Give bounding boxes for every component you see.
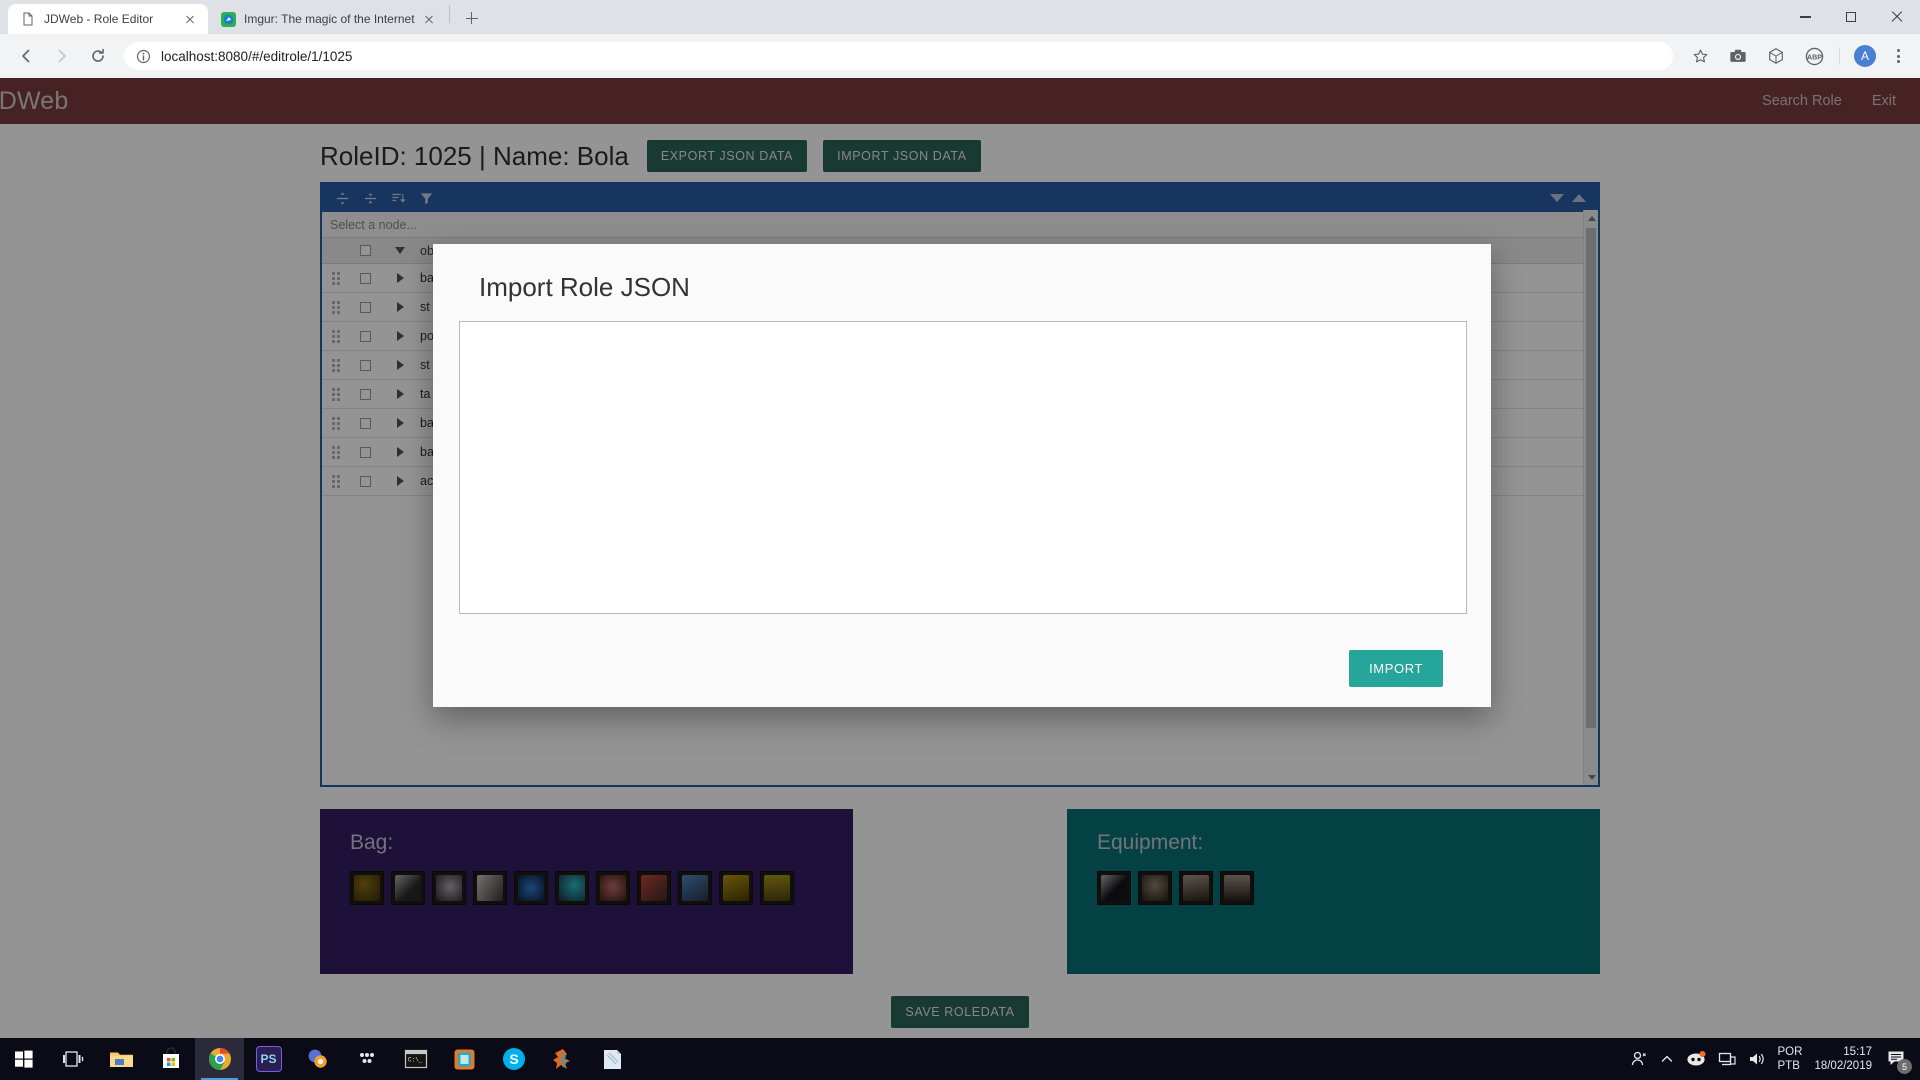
close-icon[interactable] bbox=[182, 11, 198, 27]
browser-toolbar: localhost:8080/#/editrole/1/1025 ABP A bbox=[0, 34, 1920, 78]
cmd-icon[interactable]: C:\_ bbox=[391, 1038, 440, 1080]
photoshop-icon[interactable]: PS bbox=[244, 1038, 293, 1080]
browser-tab-2[interactable]: Imgur: The magic of the Internet bbox=[208, 4, 447, 34]
camera-icon[interactable] bbox=[1723, 41, 1753, 71]
chevron-up-icon[interactable] bbox=[1660, 1052, 1674, 1066]
google-chrome-icon[interactable] bbox=[195, 1038, 244, 1080]
kebab-menu-icon[interactable] bbox=[1884, 42, 1912, 70]
page-icon bbox=[20, 11, 36, 27]
svg-text:ABP: ABP bbox=[1806, 53, 1821, 61]
toolbar-divider bbox=[1839, 47, 1840, 65]
tab-title: Imgur: The magic of the Internet bbox=[244, 12, 415, 26]
notification-center-icon[interactable]: 5 bbox=[1884, 1046, 1912, 1074]
back-icon[interactable] bbox=[11, 41, 41, 71]
language-indicator[interactable]: POR PTB bbox=[1778, 1045, 1803, 1074]
app-icon-7[interactable] bbox=[342, 1038, 391, 1080]
maximize-button[interactable] bbox=[1828, 0, 1874, 34]
textarea-wrapper bbox=[459, 321, 1467, 624]
clock[interactable]: 15:17 18/02/2019 bbox=[1814, 1045, 1872, 1074]
tab-separator bbox=[448, 5, 450, 23]
dialog-title: Import Role JSON bbox=[479, 272, 690, 302]
url-text: localhost:8080/#/editrole/1/1025 bbox=[161, 48, 353, 64]
clock-time: 15:17 bbox=[1843, 1045, 1872, 1058]
close-icon[interactable] bbox=[421, 11, 437, 27]
file-explorer-icon[interactable] bbox=[97, 1038, 146, 1080]
new-tab-button[interactable] bbox=[458, 4, 486, 32]
import-role-json-dialog: Import Role JSON IMPORT bbox=[433, 244, 1491, 707]
notification-badge: 5 bbox=[1897, 1059, 1912, 1074]
clock-date: 18/02/2019 bbox=[1814, 1060, 1872, 1072]
window-controls bbox=[1782, 0, 1920, 34]
imgur-icon bbox=[220, 11, 236, 27]
abp-icon[interactable]: ABP bbox=[1799, 41, 1829, 71]
person-icon[interactable] bbox=[1630, 1050, 1648, 1068]
app-icon-6[interactable] bbox=[293, 1038, 342, 1080]
dialog-footer: IMPORT bbox=[459, 650, 1465, 687]
language-line-1: POR bbox=[1777, 1045, 1803, 1058]
reload-icon[interactable] bbox=[83, 41, 113, 71]
svg-text:C:\_: C:\_ bbox=[408, 1057, 423, 1064]
app-icon-9[interactable] bbox=[440, 1038, 489, 1080]
star-icon[interactable] bbox=[1685, 41, 1715, 71]
info-icon[interactable] bbox=[136, 49, 151, 64]
browser-window: JDWeb - Role Editor Imgur: The magic of … bbox=[0, 0, 1920, 1060]
volume-icon[interactable] bbox=[1748, 1051, 1766, 1067]
microsoft-store-icon[interactable] bbox=[146, 1038, 195, 1080]
web-page: JDWeb Search Role Exit RoleID: 1025 | Na… bbox=[0, 78, 1920, 1060]
minimize-button[interactable] bbox=[1782, 0, 1828, 34]
avatar: A bbox=[1854, 45, 1876, 67]
cube-icon[interactable] bbox=[1761, 41, 1791, 71]
profile-avatar[interactable]: A bbox=[1850, 41, 1880, 71]
browser-tab-1[interactable]: JDWeb - Role Editor bbox=[8, 4, 208, 34]
system-tray: POR PTB 15:17 18/02/2019 5 bbox=[1630, 1045, 1920, 1074]
tab-title: JDWeb - Role Editor bbox=[44, 12, 154, 26]
close-window-button[interactable] bbox=[1874, 0, 1920, 34]
screen: JDWeb - Role Editor Imgur: The magic of … bbox=[0, 0, 1920, 1080]
windows-taskbar: PS C:\_ S POR PTB 15:17 18/02/2019 5 bbox=[0, 1038, 1920, 1080]
svg-text:S: S bbox=[509, 1051, 518, 1067]
address-bar[interactable]: localhost:8080/#/editrole/1/1025 bbox=[124, 42, 1673, 70]
skype-icon[interactable]: S bbox=[489, 1038, 538, 1080]
network-icon[interactable] bbox=[1718, 1051, 1736, 1067]
import-confirm-button[interactable]: IMPORT bbox=[1349, 650, 1443, 687]
start-button[interactable] bbox=[0, 1038, 48, 1080]
app-icon-11[interactable] bbox=[538, 1038, 587, 1080]
json-textarea[interactable] bbox=[459, 321, 1467, 614]
language-line-2: PTB bbox=[1777, 1060, 1800, 1072]
forward-icon[interactable] bbox=[47, 41, 77, 71]
discord-icon[interactable] bbox=[1686, 1051, 1706, 1067]
app-icon-12[interactable] bbox=[587, 1038, 636, 1080]
task-view-button[interactable] bbox=[48, 1038, 97, 1080]
tab-strip: JDWeb - Role Editor Imgur: The magic of … bbox=[0, 0, 1920, 34]
